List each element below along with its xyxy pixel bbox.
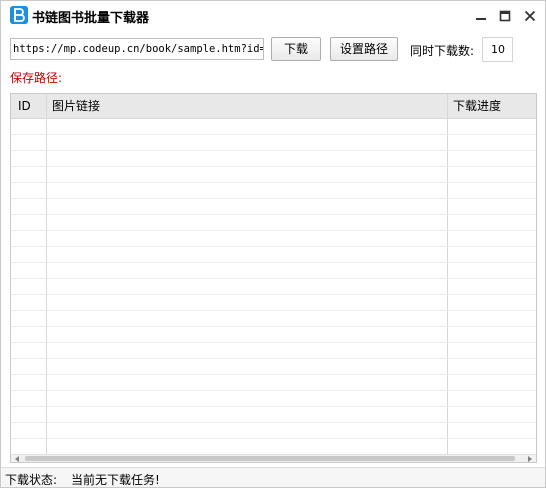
table-row bbox=[11, 343, 536, 359]
download-button[interactable]: 下载 bbox=[271, 37, 321, 61]
table-row bbox=[11, 151, 536, 167]
main-window: 书链图书批量下载器 https://mp.codeup.cn/book/samp… bbox=[0, 0, 546, 488]
table-row bbox=[11, 183, 536, 199]
concurrent-downloads-input[interactable]: 10 bbox=[482, 37, 513, 62]
table-row bbox=[11, 375, 536, 391]
table-row bbox=[11, 135, 536, 151]
download-table[interactable]: ID 图片链接 下载进度 bbox=[10, 93, 537, 463]
table-row bbox=[11, 279, 536, 295]
horizontal-scrollbar[interactable] bbox=[11, 454, 536, 462]
minimize-icon[interactable] bbox=[474, 9, 488, 23]
url-input[interactable]: https://mp.codeup.cn/book/sample.htm?id=… bbox=[10, 38, 264, 60]
save-path-label: 保存路径: bbox=[10, 71, 63, 85]
concurrent-downloads-label: 同时下载数: bbox=[410, 44, 475, 58]
window-title: 书链图书批量下载器 bbox=[32, 11, 150, 26]
scroll-left-icon[interactable] bbox=[15, 456, 19, 462]
column-header-id[interactable]: ID bbox=[18, 94, 31, 118]
table-row bbox=[11, 327, 536, 343]
table-row bbox=[11, 295, 536, 311]
table-row bbox=[11, 391, 536, 407]
set-path-button[interactable]: 设置路径 bbox=[330, 37, 398, 61]
table-row bbox=[11, 119, 536, 135]
table-row bbox=[11, 231, 536, 247]
book-link-app-icon bbox=[10, 6, 28, 24]
table-row bbox=[11, 311, 536, 327]
maximize-icon[interactable] bbox=[498, 9, 512, 23]
table-row bbox=[11, 439, 536, 455]
column-header-progress[interactable]: 下载进度 bbox=[453, 94, 501, 118]
status-bar: 下载状态: 当前无下载任务! bbox=[1, 467, 545, 487]
table-header: ID 图片链接 下载进度 bbox=[11, 94, 536, 119]
title-bar[interactable]: 书链图书批量下载器 bbox=[1, 1, 545, 31]
table-row bbox=[11, 407, 536, 423]
table-row bbox=[11, 263, 536, 279]
table-row bbox=[11, 199, 536, 215]
table-row bbox=[11, 423, 536, 439]
column-header-link[interactable]: 图片链接 bbox=[52, 94, 100, 118]
table-row bbox=[11, 247, 536, 263]
download-status-label: 下载状态: bbox=[5, 473, 58, 487]
download-status-value: 当前无下载任务! bbox=[71, 473, 160, 487]
table-row bbox=[11, 167, 536, 183]
scrollbar-thumb[interactable] bbox=[25, 456, 515, 461]
scroll-right-icon[interactable] bbox=[528, 456, 532, 462]
close-icon[interactable] bbox=[523, 9, 537, 23]
table-row bbox=[11, 359, 536, 375]
table-row bbox=[11, 215, 536, 231]
